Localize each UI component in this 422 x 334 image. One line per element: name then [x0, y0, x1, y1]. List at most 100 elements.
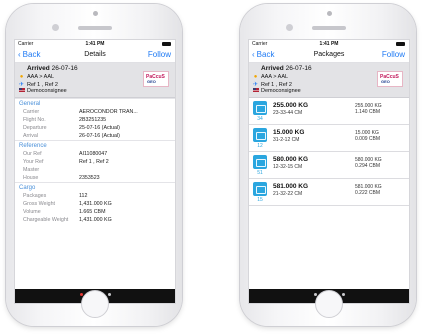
- section-general: General: [15, 98, 175, 108]
- row-label: Flight No.: [23, 117, 46, 123]
- nav-bar: ‹ Back Details Follow: [15, 48, 175, 63]
- package-dimensions: 21-32-22 CM: [273, 191, 303, 197]
- route-text: AAA > AAL: [261, 74, 289, 80]
- row-value: AI11080047: [79, 151, 108, 157]
- row-label: Packages: [23, 193, 47, 199]
- detail-row: Departure 25-07-16 (Actual): [15, 124, 175, 132]
- detail-row: Our Ref AI11080047: [15, 150, 175, 158]
- refs-line: ✈ Ref 1 , Ref 2: [18, 81, 58, 88]
- route-text: AAA > AAL: [27, 74, 55, 80]
- arrived-date: 26-07-16: [51, 65, 78, 72]
- shipment-header: Arrived 26-07-16 ● AAA > AAL ✈ Ref 1 , Ref…: [249, 63, 409, 98]
- details-screen: Carrier 1:41 PM ‹ Back Details Follow Arr…: [14, 39, 176, 304]
- package-count: 51: [257, 170, 263, 176]
- package-row[interactable]: 51 580.000 KG 12-32-15 CM 580.000 KG 0.2…: [249, 152, 409, 179]
- row-label: Master: [23, 167, 40, 173]
- phone-details: Carrier 1:41 PM ‹ Back Details Follow Arr…: [6, 4, 182, 326]
- row-value: 112: [79, 193, 88, 199]
- page-dot[interactable]: [107, 293, 111, 296]
- section-reference: Reference: [15, 140, 175, 150]
- package-weight: 15.000 KG: [273, 129, 305, 136]
- package-weight: 581.000 KG: [273, 183, 309, 190]
- battery-icon: [396, 42, 405, 46]
- camera-dot: [286, 24, 293, 31]
- consignee-line: Democonsignee: [252, 88, 301, 94]
- package-row[interactable]: 34 255.000 KG 23-33-44 CM 255.000 KG 1.1…: [249, 98, 409, 125]
- package-box-icon: [253, 182, 267, 196]
- package-box-icon: [253, 101, 267, 115]
- row-value: 1,431.000 KG: [79, 217, 112, 223]
- package-row[interactable]: 15 581.000 KG 21-32-22 CM 581.000 KG 0.2…: [249, 179, 409, 206]
- package-count: 15: [257, 197, 263, 203]
- package-box-icon: [253, 128, 267, 142]
- detail-row: Gross Weight 1,431.000 KG: [15, 200, 175, 208]
- row-label: Carrier: [23, 109, 40, 115]
- package-weight: 255.000 KG: [273, 102, 309, 109]
- status-bar: Carrier 1:41 PM: [15, 40, 175, 48]
- row-value: AEROCONDOR TRAN...: [79, 109, 138, 115]
- detail-row: Your Ref Ref 1 , Ref 2: [15, 158, 175, 166]
- detail-row: Flight No. 2B3251235: [15, 116, 175, 124]
- logo-bottom: GEO: [381, 79, 390, 84]
- shipment-header: Arrived 26-07-16 ● AAA > AAL ✈ Ref 1 , Ref…: [15, 63, 175, 98]
- package-volume: 1.140 CBM: [355, 109, 381, 115]
- package-volume: 0.009 CBM: [355, 136, 381, 142]
- battery-icon: [162, 42, 171, 46]
- follow-button[interactable]: Follow: [382, 50, 405, 59]
- location-pin-icon: ●: [19, 74, 24, 80]
- package-dimensions: 12-32-15 CM: [273, 164, 303, 170]
- company-logo: PaCcuS GEO: [143, 71, 169, 87]
- package-volume: 0.294 CBM: [355, 163, 381, 169]
- page-dot[interactable]: [79, 293, 83, 296]
- arrival-status: Arrived 26-07-16: [27, 65, 78, 72]
- arrived-label: Arrived: [261, 65, 284, 72]
- home-button[interactable]: [81, 290, 109, 318]
- row-label: Chargeable Weight: [23, 217, 69, 223]
- company-logo: PaCcuS GEO: [377, 71, 403, 87]
- consignee-text: Democonsignee: [27, 88, 67, 94]
- follow-button[interactable]: Follow: [148, 50, 171, 59]
- package-dimensions: 23-33-44 CM: [273, 110, 303, 116]
- us-flag-icon: [252, 88, 259, 94]
- route-line: ● AAA > AAL: [252, 74, 288, 80]
- status-time: 1:41 PM: [85, 41, 105, 47]
- package-dimensions: 31-2-12 CM: [273, 137, 300, 143]
- detail-row: Master: [15, 166, 175, 174]
- front-camera: [327, 11, 332, 16]
- package-box-icon: [253, 155, 267, 169]
- package-row[interactable]: 12 15.000 KG 31-2-12 CM 15.000 KG 0.009 …: [249, 125, 409, 152]
- package-weight: 580.000 KG: [273, 156, 309, 163]
- row-value: 25-07-16 (Actual): [79, 125, 120, 131]
- consignee-text: Democonsignee: [261, 88, 301, 94]
- row-label: Gross Weight: [23, 201, 55, 207]
- row-value: 1.665 CBM: [79, 209, 106, 215]
- logo-bottom: GEO: [147, 79, 156, 84]
- row-value: Ref 1 , Ref 2: [79, 159, 109, 165]
- row-label: House: [23, 175, 39, 181]
- detail-row: House 2353523: [15, 174, 175, 182]
- airplane-icon: ✈: [252, 82, 259, 88]
- packages-screen: Carrier 1:41 PM ‹ Back Packages Follow Ar…: [248, 39, 410, 304]
- consignee-line: Democonsignee: [18, 88, 67, 94]
- front-camera: [93, 11, 98, 16]
- detail-row: Arrival 26-07-16 (Actual): [15, 132, 175, 140]
- row-value: 2B3251235: [79, 117, 107, 123]
- page-dot[interactable]: [313, 293, 317, 296]
- page-dot[interactable]: [341, 293, 345, 296]
- arrived-label: Arrived: [27, 65, 50, 72]
- package-count: 34: [257, 116, 263, 122]
- nav-bar: ‹ Back Packages Follow: [249, 48, 409, 63]
- status-time: 1:41 PM: [319, 41, 339, 47]
- package-volume: 0.222 CBM: [355, 190, 381, 196]
- row-label: Departure: [23, 125, 47, 131]
- section-cargo: Cargo: [15, 182, 175, 192]
- location-pin-icon: ●: [253, 74, 258, 80]
- refs-line: ✈ Ref 1 , Ref 2: [252, 81, 292, 88]
- home-button[interactable]: [315, 290, 343, 318]
- arrival-status: Arrived 26-07-16: [261, 65, 312, 72]
- camera-dot: [52, 24, 59, 31]
- row-value: 2353523: [79, 175, 100, 181]
- detail-row: Chargeable Weight 1,431.000 KG: [15, 216, 175, 224]
- us-flag-icon: [18, 88, 25, 94]
- row-label: Volume: [23, 209, 41, 215]
